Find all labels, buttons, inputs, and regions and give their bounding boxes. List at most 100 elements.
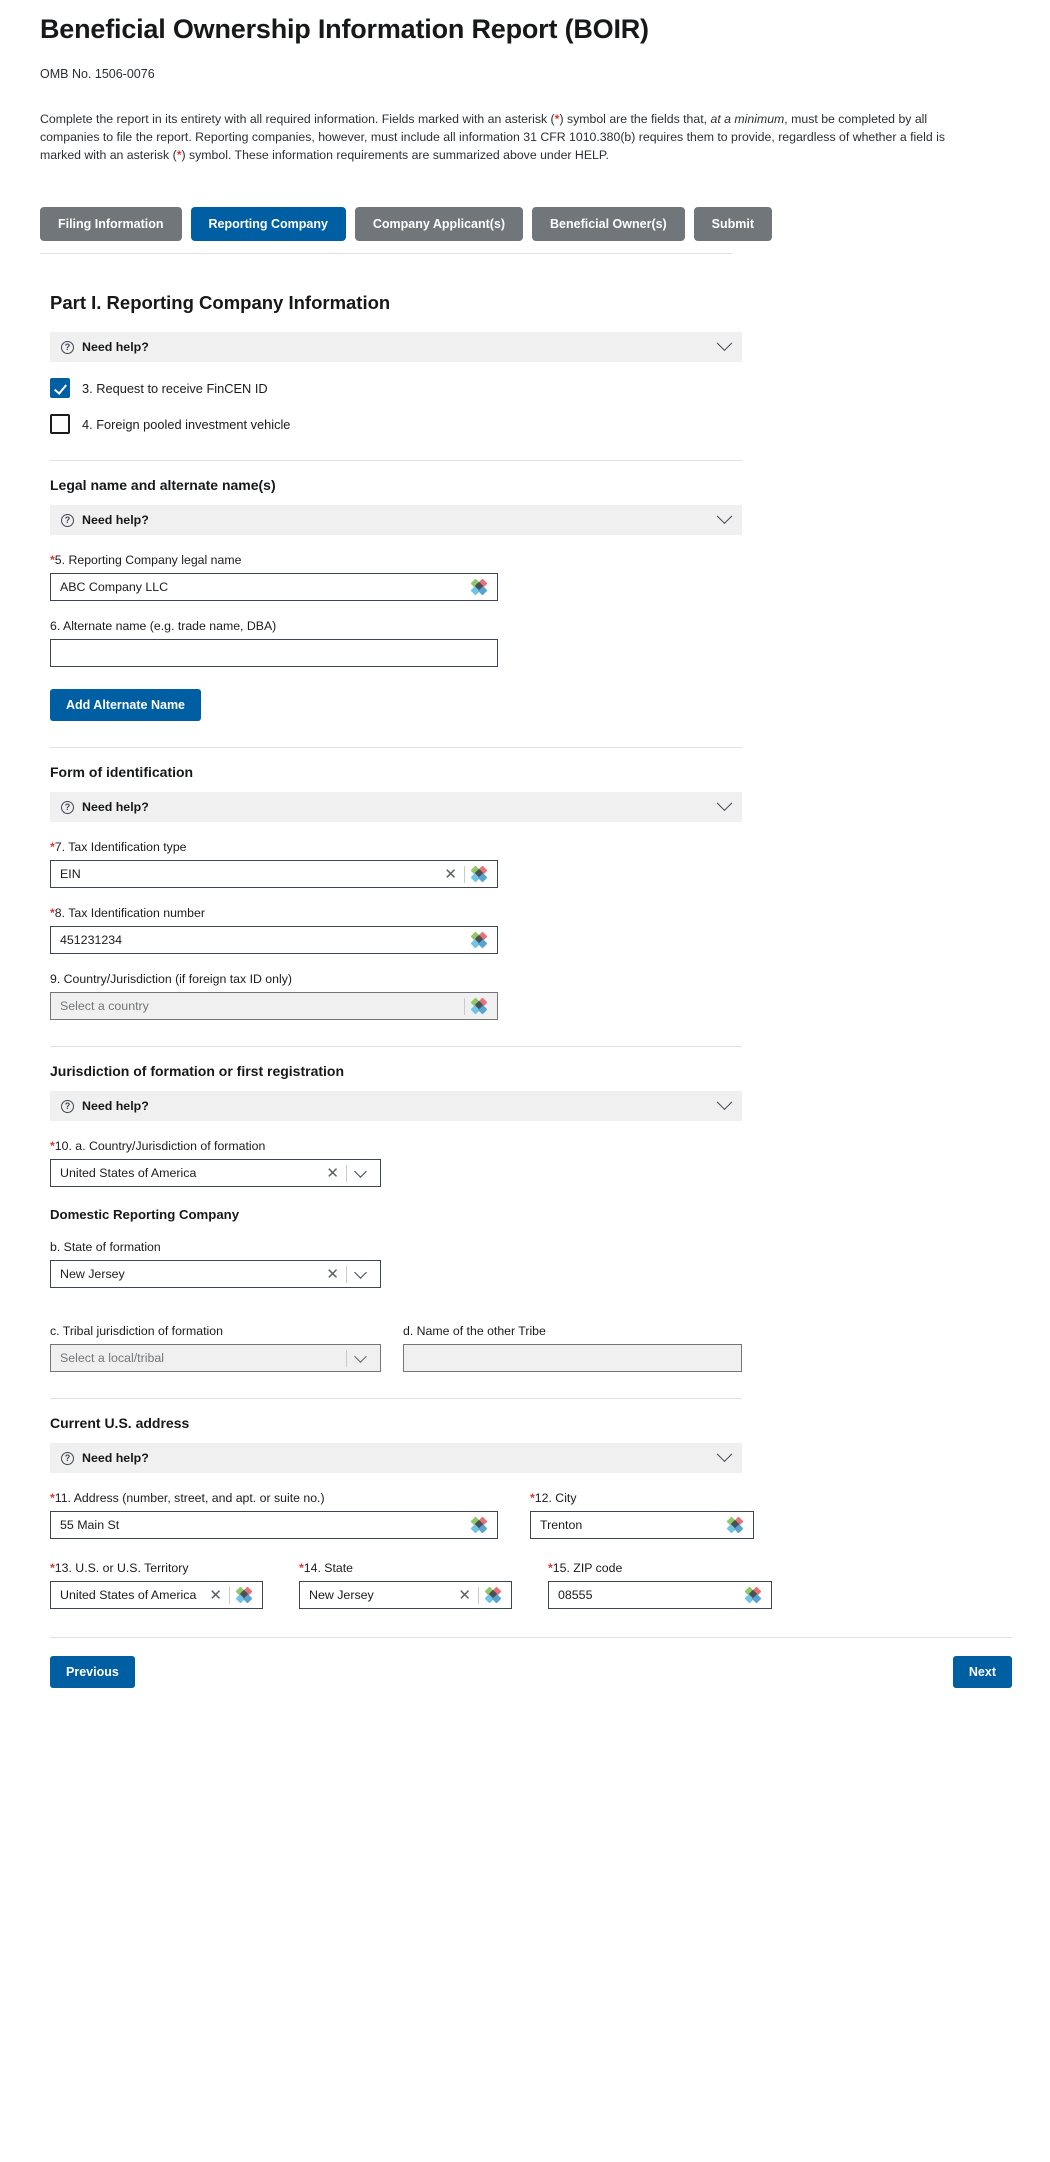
label-field-12: *12. City <box>530 1491 754 1505</box>
label-field-6: 6. Alternate name (e.g. trade name, DBA) <box>50 619 277 634</box>
field-divider <box>346 1349 347 1367</box>
select-tribal-jurisdiction[interactable]: Select a local/tribal <box>50 1344 381 1373</box>
autofill-icon[interactable] <box>726 1516 744 1534</box>
field-group-5: *5. Reporting Company legal name ABC Com… <box>50 553 1010 602</box>
label-field-10c: c. Tribal jurisdiction of formation <box>50 1324 223 1339</box>
need-help-accordion-address[interactable]: ? Need help? <box>50 1443 742 1474</box>
clear-icon[interactable]: ✕ <box>319 1266 346 1282</box>
autofill-icon[interactable] <box>470 578 488 596</box>
value-us-or-territory: United States of America <box>60 1588 197 1603</box>
select-state-of-formation[interactable]: New Jersey ✕ <box>50 1260 381 1289</box>
chevron-down-icon <box>716 1446 733 1462</box>
label-field-14: *14. State <box>299 1561 512 1575</box>
field-group-10d: d. Name of the other Tribe <box>403 1324 742 1373</box>
field-divider <box>478 1586 479 1604</box>
chevron-down-icon[interactable] <box>354 1266 367 1279</box>
checkbox-row-fincen-id[interactable]: 3. Request to receive FinCEN ID <box>50 378 1010 399</box>
intro-emphasis: at a minimum <box>710 112 785 127</box>
input-company-legal-name[interactable]: ABC Company LLC <box>50 573 498 602</box>
field-group-10c: c. Tribal jurisdiction of formation Sele… <box>50 1324 381 1373</box>
autofill-icon[interactable] <box>470 1516 488 1534</box>
clear-icon[interactable]: ✕ <box>202 1587 229 1603</box>
previous-button[interactable]: Previous <box>50 1656 135 1689</box>
heading-legal-name: Legal name and alternate name(s) <box>50 477 276 494</box>
tab-reporting-company[interactable]: Reporting Company <box>190 207 346 242</box>
label-field-10b: b. State of formation <box>50 1240 161 1255</box>
subheading-domestic-reporting-company: Domestic Reporting Company <box>50 1207 240 1223</box>
tab-filing-information[interactable]: Filing Information <box>40 207 182 242</box>
label-text-field-7: 7. Tax Identification type <box>54 840 187 855</box>
chevron-down-icon[interactable] <box>354 1350 367 1363</box>
field-group-6: 6. Alternate name (e.g. trade name, DBA) <box>50 619 1010 668</box>
field-group-13: *13. U.S. or U.S. Territory United State… <box>50 1561 263 1610</box>
placeholder-tribal-jurisdiction: Select a local/tribal <box>60 1351 164 1366</box>
checkbox-label-foreign-pooled: 4. Foreign pooled investment vehicle <box>82 416 291 432</box>
divider-footer <box>50 1637 1012 1639</box>
autofill-icon[interactable] <box>470 997 488 1015</box>
next-button[interactable]: Next <box>952 1656 1012 1689</box>
tab-beneficial-owners[interactable]: Beneficial Owner(s) <box>532 207 685 242</box>
need-help-accordion-legal-name[interactable]: ? Need help? <box>50 505 742 536</box>
form-step-tabs: Filing Information Reporting Company Com… <box>0 177 773 242</box>
autofill-icon[interactable] <box>235 1586 253 1604</box>
need-help-accordion-part1[interactable]: ? Need help? <box>50 332 742 363</box>
input-alternate-name[interactable] <box>50 639 498 668</box>
field-divider <box>346 1164 347 1182</box>
label-text-field-8: 8. Tax Identification number <box>54 906 205 921</box>
field-divider <box>464 997 465 1015</box>
input-tax-identification-type[interactable]: EIN ✕ <box>50 860 498 889</box>
clear-icon[interactable]: ✕ <box>319 1165 346 1181</box>
checkbox-row-foreign-pooled[interactable]: 4. Foreign pooled investment vehicle <box>50 414 1010 435</box>
question-mark-icon: ? <box>61 800 74 814</box>
input-other-tribe-name[interactable] <box>403 1344 742 1373</box>
input-tax-identification-number[interactable]: 451231234 <box>50 926 498 955</box>
need-help-label: Need help? <box>82 1099 149 1114</box>
value-country-of-formation: United States of America <box>60 1166 197 1181</box>
checkbox-label-fincen-id: 3. Request to receive FinCEN ID <box>82 380 268 396</box>
chevron-down-icon <box>716 335 733 351</box>
need-help-accordion-jurisdiction[interactable]: ? Need help? <box>50 1091 742 1122</box>
label-text-field-10a: 10. a. Country/Jurisdiction of formation <box>54 1139 266 1154</box>
label-text-field-5: 5. Reporting Company legal name <box>54 553 242 568</box>
autofill-icon[interactable] <box>484 1586 502 1604</box>
question-mark-icon: ? <box>61 513 74 527</box>
label-field-7: *7. Tax Identification type <box>50 840 1010 854</box>
input-street-address[interactable]: 55 Main St <box>50 1511 498 1540</box>
need-help-accordion-form-id[interactable]: ? Need help? <box>50 792 742 823</box>
need-help-label: Need help? <box>82 513 149 528</box>
value-tax-identification-number: 451231234 <box>60 933 123 948</box>
clear-icon[interactable]: ✕ <box>437 866 464 882</box>
input-city[interactable]: Trenton <box>530 1511 754 1540</box>
select-country-of-formation[interactable]: United States of America ✕ <box>50 1159 381 1188</box>
checkbox-request-fincen-id[interactable] <box>50 378 70 399</box>
field-group-14: *14. State New Jersey ✕ <box>299 1561 512 1610</box>
heading-jurisdiction: Jurisdiction of formation or first regis… <box>50 1063 345 1080</box>
tab-company-applicants[interactable]: Company Applicant(s) <box>354 207 524 242</box>
autofill-icon[interactable] <box>470 865 488 883</box>
add-alternate-name-button[interactable]: Add Alternate Name <box>50 689 202 722</box>
chevron-down-icon <box>716 1094 733 1110</box>
need-help-label: Need help? <box>82 340 149 355</box>
intro-paragraph: Complete the report in its entirety with… <box>0 93 1000 165</box>
need-help-label: Need help? <box>82 800 149 815</box>
checkbox-foreign-pooled-vehicle[interactable] <box>50 414 70 435</box>
value-zip-code: 08555 <box>558 1588 593 1603</box>
tab-submit[interactable]: Submit <box>693 207 773 242</box>
autofill-icon[interactable] <box>470 931 488 949</box>
clear-icon[interactable]: ✕ <box>451 1587 478 1603</box>
field-divider <box>464 865 465 883</box>
field-divider <box>346 1265 347 1283</box>
select-state[interactable]: New Jersey ✕ <box>299 1581 512 1610</box>
input-zip-code[interactable]: 08555 <box>548 1581 772 1610</box>
divider-address <box>50 1398 742 1400</box>
label-text-field-15: 15. ZIP code <box>552 1561 623 1576</box>
part-1-title: Part I. Reporting Company Information <box>50 292 391 314</box>
input-country-jurisdiction-foreign[interactable]: Select a country <box>50 992 498 1021</box>
placeholder-country-jurisdiction: Select a country <box>60 999 149 1014</box>
chevron-down-icon[interactable] <box>354 1165 367 1178</box>
select-us-or-territory[interactable]: United States of America ✕ <box>50 1581 263 1610</box>
chevron-down-icon <box>716 795 733 811</box>
autofill-icon[interactable] <box>744 1586 762 1604</box>
field-group-15: *15. ZIP code 08555 <box>548 1561 772 1610</box>
field-group-11: *11. Address (number, street, and apt. o… <box>50 1491 498 1540</box>
